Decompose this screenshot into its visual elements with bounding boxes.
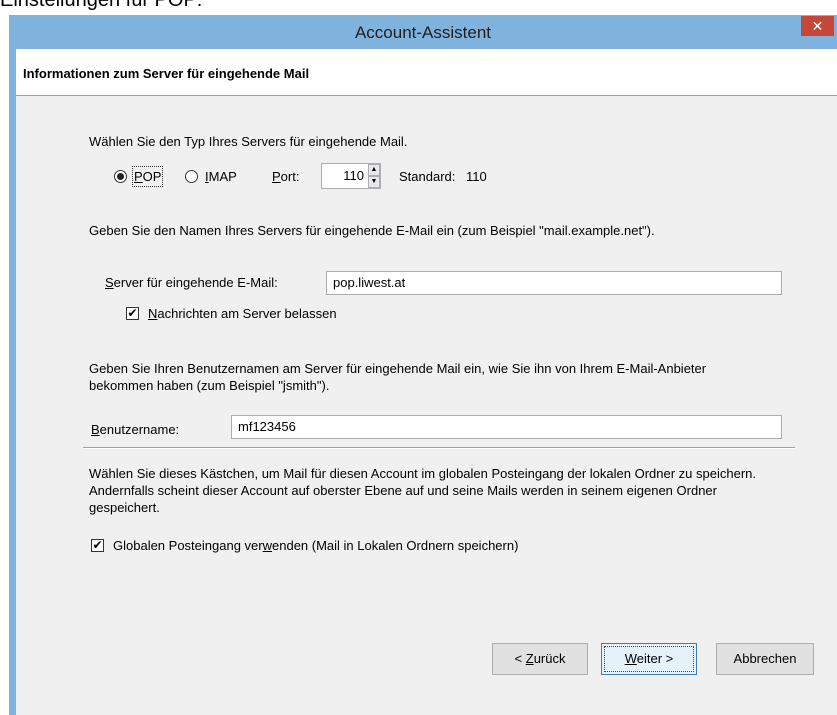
leave-on-server-checkbox[interactable]: ✔	[126, 307, 139, 320]
imap-radio[interactable]	[185, 170, 198, 183]
next-button[interactable]: Weiter >	[601, 643, 697, 675]
server-type-prompt: Wählen Sie den Typ Ihres Servers für ein…	[89, 134, 408, 149]
account-wizard-window: Account-Assistent ✕ Informationen zum Se…	[9, 15, 837, 715]
spin-down-icon[interactable]: ▼	[368, 176, 380, 188]
server-name-input[interactable]: pop.liwest.at	[326, 271, 782, 295]
port-label: Port:	[272, 169, 300, 184]
username-label: Benutzername:	[91, 422, 180, 437]
focus-ring	[604, 646, 694, 672]
server-name-prompt: Geben Sie den Namen Ihres Servers für ei…	[89, 223, 655, 238]
pop-radio-label[interactable]: POP	[131, 166, 164, 187]
pop-label-rest: OP	[142, 169, 162, 184]
titlebar[interactable]: Account-Assistent ✕	[9, 15, 837, 49]
pop-radio[interactable]	[114, 170, 127, 183]
username-input[interactable]: mf123456	[231, 415, 782, 439]
username-prompt: Geben Sie Ihren Benutzernamen am Server …	[89, 361, 707, 393]
page-title: Informationen zum Server für eingehende …	[23, 66, 310, 81]
cancel-button[interactable]: Abbrechen	[716, 643, 814, 675]
window-title: Account-Assistent	[354, 23, 492, 42]
imap-radio-label[interactable]: IMAP	[205, 168, 237, 185]
document-heading: Einstellungen für POP:	[0, 0, 203, 11]
close-icon: ✕	[811, 18, 824, 34]
standard-label: Standard:	[399, 169, 456, 184]
port-spinner[interactable]: ▲ ▼	[368, 164, 380, 188]
page-header: Informationen zum Server für eingehende …	[16, 49, 837, 96]
close-button[interactable]: ✕	[801, 16, 834, 36]
global-inbox-prompt: Wählen Sie dieses Kästchen, um Mail für …	[89, 466, 756, 515]
global-inbox-checkbox[interactable]: ✔	[91, 539, 104, 552]
global-inbox-label[interactable]: Globalen Posteingang verwenden (Mail in …	[113, 537, 518, 554]
leave-on-server-label[interactable]: Nachrichten am Server belassen	[148, 305, 337, 322]
standard-port-value: 110	[466, 169, 487, 184]
section-divider	[83, 447, 795, 449]
server-name-label: Server für eingehende E-Mail:	[105, 275, 278, 290]
back-button[interactable]: < Zurück	[492, 643, 588, 675]
spin-up-icon[interactable]: ▲	[368, 164, 380, 176]
dialog-client-area: Informationen zum Server für eingehende …	[16, 49, 837, 715]
